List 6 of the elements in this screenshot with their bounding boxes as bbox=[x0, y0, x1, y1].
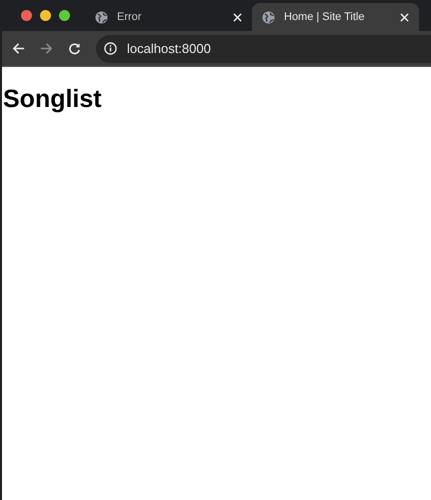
browser-tab[interactable]: Error bbox=[93, 3, 252, 31]
browser-tab[interactable]: Home | Site Title bbox=[252, 3, 419, 31]
tab-title: Error bbox=[117, 11, 142, 23]
page-heading: Songlist bbox=[3, 85, 103, 114]
address-bar[interactable]: localhost:8000 bbox=[96, 34, 431, 62]
tab-title: Home | Site Title bbox=[284, 11, 366, 23]
